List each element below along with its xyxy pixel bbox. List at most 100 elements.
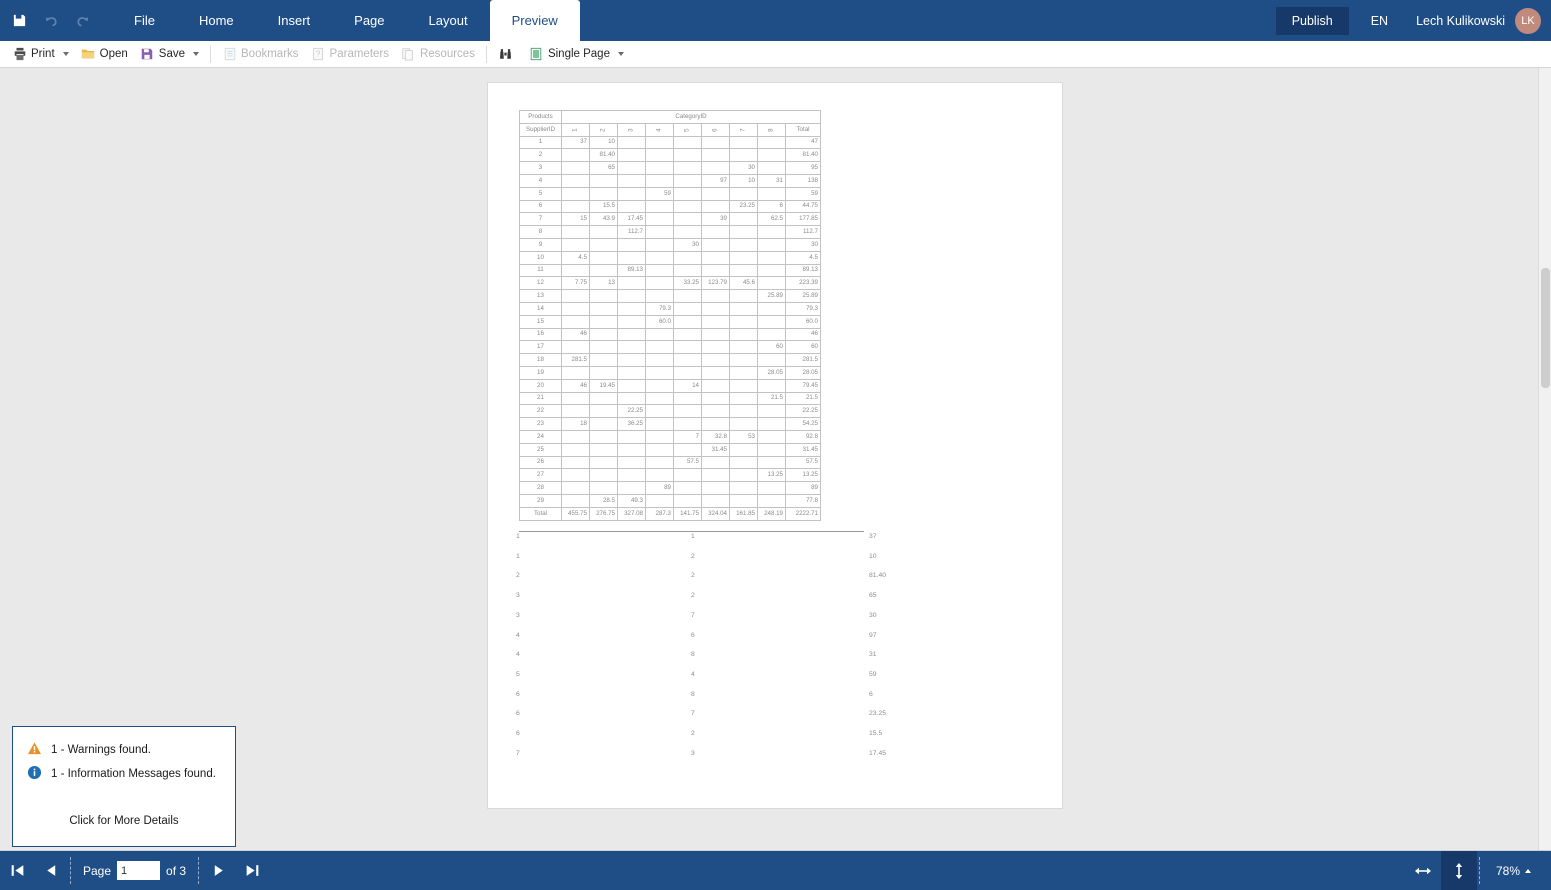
- next-page-button[interactable]: [201, 851, 235, 890]
- crosstab-cell: [757, 314, 786, 329]
- tab-page[interactable]: Page: [332, 0, 406, 41]
- save-label: Save: [158, 48, 186, 60]
- crosstab-cell: [729, 340, 758, 355]
- crosstab-cell: [645, 404, 674, 419]
- last-page-button[interactable]: [235, 851, 269, 890]
- crosstab-column-header: 1: [561, 122, 590, 137]
- crosstab-cell: [589, 340, 618, 355]
- user-name-label[interactable]: Lech Kulikowski: [1400, 14, 1515, 28]
- save-button[interactable]: Save: [134, 43, 205, 66]
- status-bar: Page of 3 78%: [0, 851, 1551, 890]
- crosstab-cell: [701, 404, 730, 419]
- fit-page-button[interactable]: [1440, 851, 1477, 890]
- crosstab-table: Products CategoryID SupplierID 12345678T…: [519, 110, 821, 521]
- crosstab-cell: [589, 468, 618, 483]
- language-selector[interactable]: EN: [1359, 7, 1400, 35]
- crosstab-cell: [617, 250, 646, 265]
- crosstab-cell: 46: [561, 327, 590, 342]
- crosstab-cell: [645, 353, 674, 367]
- vertical-scrollbar-thumb[interactable]: [1541, 268, 1550, 388]
- crosstab-row: 17 60 60: [519, 340, 821, 355]
- crosstab-cell: 6: [757, 199, 786, 214]
- crosstab-cell: 97: [701, 173, 730, 188]
- detail-list-row: 5 4 59: [488, 671, 1064, 691]
- toolbar-divider: [210, 45, 212, 63]
- crosstab-cell: 60: [757, 340, 786, 355]
- chevron-down-icon[interactable]: [193, 52, 200, 56]
- undo-icon[interactable]: [42, 12, 60, 30]
- tab-preview[interactable]: Preview: [489, 0, 580, 41]
- parameters-icon: ?: [311, 47, 326, 62]
- crosstab-cell: [645, 212, 674, 227]
- open-button[interactable]: Open: [75, 43, 134, 66]
- crosstab-row-header: 14: [519, 301, 562, 316]
- crosstab-cell: [617, 276, 646, 291]
- print-button[interactable]: Print: [6, 43, 75, 66]
- crosstab-row-header: 9: [519, 237, 562, 252]
- crosstab-cell: [589, 442, 618, 457]
- crosstab-cell: [617, 365, 646, 380]
- crosstab-cell: 65: [589, 161, 618, 175]
- information-text: 1 - Information Messages found.: [51, 768, 216, 780]
- search-button[interactable]: [492, 43, 523, 66]
- crosstab-cell: [589, 417, 618, 431]
- crosstab-row-total: 60: [785, 340, 821, 355]
- tab-file[interactable]: File: [112, 0, 177, 41]
- more-details-link[interactable]: Click for More Details: [13, 815, 235, 827]
- vertical-scrollbar[interactable]: [1538, 68, 1551, 851]
- crosstab-cell: [701, 148, 730, 163]
- tab-insert[interactable]: Insert: [256, 0, 333, 41]
- tab-home[interactable]: Home: [177, 0, 256, 41]
- messages-panel[interactable]: 1 - Warnings found. 1 - Information Mess…: [12, 726, 236, 847]
- page-mode-button[interactable]: Single Page: [523, 43, 630, 66]
- previous-page-button[interactable]: [34, 851, 68, 890]
- chevron-up-icon[interactable]: [1525, 868, 1531, 873]
- crosstab-cell: [673, 173, 702, 188]
- zoom-control[interactable]: 78%: [1482, 864, 1543, 878]
- crosstab-column-total: 141.75: [673, 506, 702, 521]
- chevron-down-icon[interactable]: [62, 52, 69, 56]
- print-label: Print: [31, 48, 55, 60]
- crosstab-cell: [617, 237, 646, 252]
- detail-category-id: 2: [691, 730, 695, 737]
- crosstab-row-total: 44.75: [785, 199, 821, 214]
- crosstab-row: 14 79.3 79.3: [519, 301, 821, 316]
- crosstab-cell: [589, 314, 618, 329]
- crosstab-row-total: 60.0: [785, 314, 821, 329]
- folder-icon: [81, 47, 96, 62]
- crosstab-row-total: 59: [785, 186, 821, 201]
- crosstab-cell: [701, 327, 730, 342]
- crosstab-cell: [645, 263, 674, 278]
- crosstab-cell: [645, 250, 674, 265]
- crosstab-cell: [757, 493, 786, 508]
- first-page-button[interactable]: [0, 851, 34, 890]
- page-number-input[interactable]: [117, 861, 161, 880]
- publish-button[interactable]: Publish: [1275, 6, 1349, 35]
- crosstab-cell: [589, 289, 618, 303]
- crosstab-cell: [561, 404, 590, 419]
- fit-width-button[interactable]: [1405, 851, 1441, 890]
- crosstab-cell: [589, 455, 618, 470]
- detail-category-id: 6: [691, 631, 695, 639]
- crosstab-cell: [673, 493, 702, 508]
- crosstab-column-header: 6: [701, 122, 730, 137]
- save-icon[interactable]: [10, 12, 28, 30]
- tab-layout[interactable]: Layout: [407, 0, 490, 41]
- binoculars-icon: [498, 47, 513, 62]
- avatar[interactable]: LK: [1515, 7, 1541, 34]
- crosstab-row: 27 13.25 13.25: [519, 468, 821, 483]
- chevron-down-icon[interactable]: [617, 52, 624, 56]
- information-row[interactable]: 1 - Information Messages found.: [13, 762, 235, 786]
- crosstab-cell: [617, 327, 646, 342]
- crosstab-cell: [645, 199, 674, 214]
- crosstab-column-total: 327.08: [617, 506, 646, 521]
- crosstab-row-total: 223.39: [785, 276, 821, 291]
- crosstab-cell: [561, 340, 590, 355]
- warnings-row[interactable]: 1 - Warnings found.: [13, 738, 235, 762]
- crosstab-cell: [729, 237, 758, 252]
- redo-icon[interactable]: [74, 12, 92, 30]
- crosstab-row: 18 281.5 281.5: [519, 353, 821, 367]
- bookmarks-label: Bookmarks: [241, 48, 299, 60]
- crosstab-cell: [701, 263, 730, 278]
- crosstab-cell: [617, 161, 646, 175]
